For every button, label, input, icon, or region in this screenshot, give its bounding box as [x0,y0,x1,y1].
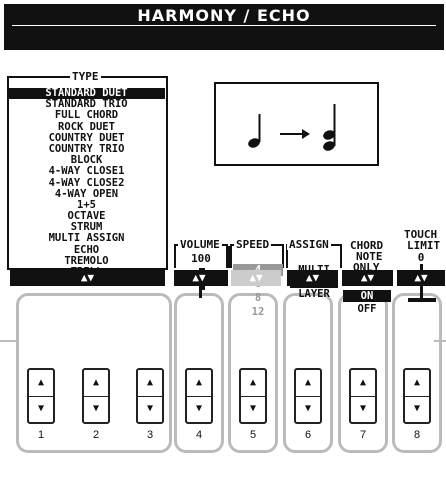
chord-note-arrows[interactable]: ▲▼ [342,270,393,286]
up-arrow-icon[interactable]: ▲ [405,370,429,397]
type-item[interactable]: FULL CHORD [8,110,165,121]
button-number: 5 [249,429,257,441]
button-6[interactable]: ▲ ▼ [294,368,322,424]
down-arrow-icon[interactable]: ▼ [296,396,320,422]
speed-arrows[interactable]: ▲▼ [231,270,281,286]
type-item[interactable]: 4-WAY CLOSE1 [8,166,165,177]
notes-display [214,82,379,166]
touch-limit-arrows[interactable]: ▲▼ [397,270,445,286]
type-item[interactable]: MULTI ASSIGN [8,233,165,244]
chord-note-option[interactable]: OFF [343,303,391,315]
button-number: 1 [37,429,45,441]
up-arrow-icon[interactable]: ▲ [84,370,108,397]
down-arrow-icon[interactable]: ▼ [351,396,375,422]
title-bar: HARMONY / ECHO [4,4,444,50]
type-item[interactable]: 4-WAY CLOSE2 [8,177,165,189]
down-arrow-icon[interactable]: ▼ [29,396,53,422]
title-underline [12,25,436,26]
button-3[interactable]: ▲ ▼ [136,368,164,424]
up-arrow-icon[interactable]: ▲ [351,370,375,397]
button-number: 8 [413,429,421,441]
assign-arrows[interactable]: ▲▼ [287,270,338,286]
volume-number: 100 [191,252,211,265]
down-arrow-icon[interactable]: ▼ [138,396,162,422]
button-number: 7 [359,429,367,441]
button-1[interactable]: ▲ ▼ [27,368,55,424]
volume-header: VOLUME [178,238,222,251]
type-label: TYPE [70,70,101,83]
touch-limit-value: 0 [417,251,425,264]
button-number: 3 [146,429,154,441]
right-connector [434,340,446,342]
speed-option[interactable]: 12 [233,306,283,318]
button-number: 2 [92,429,100,441]
assign-option[interactable]: LAYER [290,288,338,300]
touch-label-line2: LIMIT [405,239,443,252]
down-arrow-icon[interactable]: ▼ [187,396,211,422]
page-title: HARMONY / ECHO [137,6,311,25]
left-connector [0,340,18,342]
down-arrow-icon[interactable]: ▼ [241,396,265,422]
button-number: 4 [195,429,203,441]
touch-limit-knob[interactable] [408,298,436,302]
down-arrow-icon[interactable]: ▼ [405,396,429,422]
button-number: 6 [304,429,312,441]
chord-note-option[interactable]: ON [343,290,391,302]
up-arrow-icon[interactable]: ▲ [296,370,320,397]
button-8[interactable]: ▲ ▼ [403,368,431,424]
type-list[interactable]: STANDARD DUET STANDARD TRIO FULL CHORD ROCK… [8,87,165,278]
button-2[interactable]: ▲ ▼ [82,368,110,424]
button-4[interactable]: ▲ ▼ [185,368,213,424]
speed-option[interactable]: 8 [233,292,283,304]
type-arrow-button[interactable]: ▲▼ [10,270,165,286]
notes-icon [248,104,336,151]
up-arrow-icon[interactable]: ▲ [138,370,162,397]
down-arrow-icon[interactable]: ▼ [84,396,108,422]
assign-label: ASSIGN [287,238,331,251]
button-7[interactable]: ▲ ▼ [349,368,377,424]
volume-arrows[interactable]: ▲▼ [174,270,224,286]
button-5[interactable]: ▲ ▼ [239,368,267,424]
speed-label: SPEED [234,238,272,251]
up-arrow-icon[interactable]: ▲ [187,370,211,397]
up-arrow-icon[interactable]: ▲ [29,370,53,397]
up-arrow-icon[interactable]: ▲ [241,370,265,397]
